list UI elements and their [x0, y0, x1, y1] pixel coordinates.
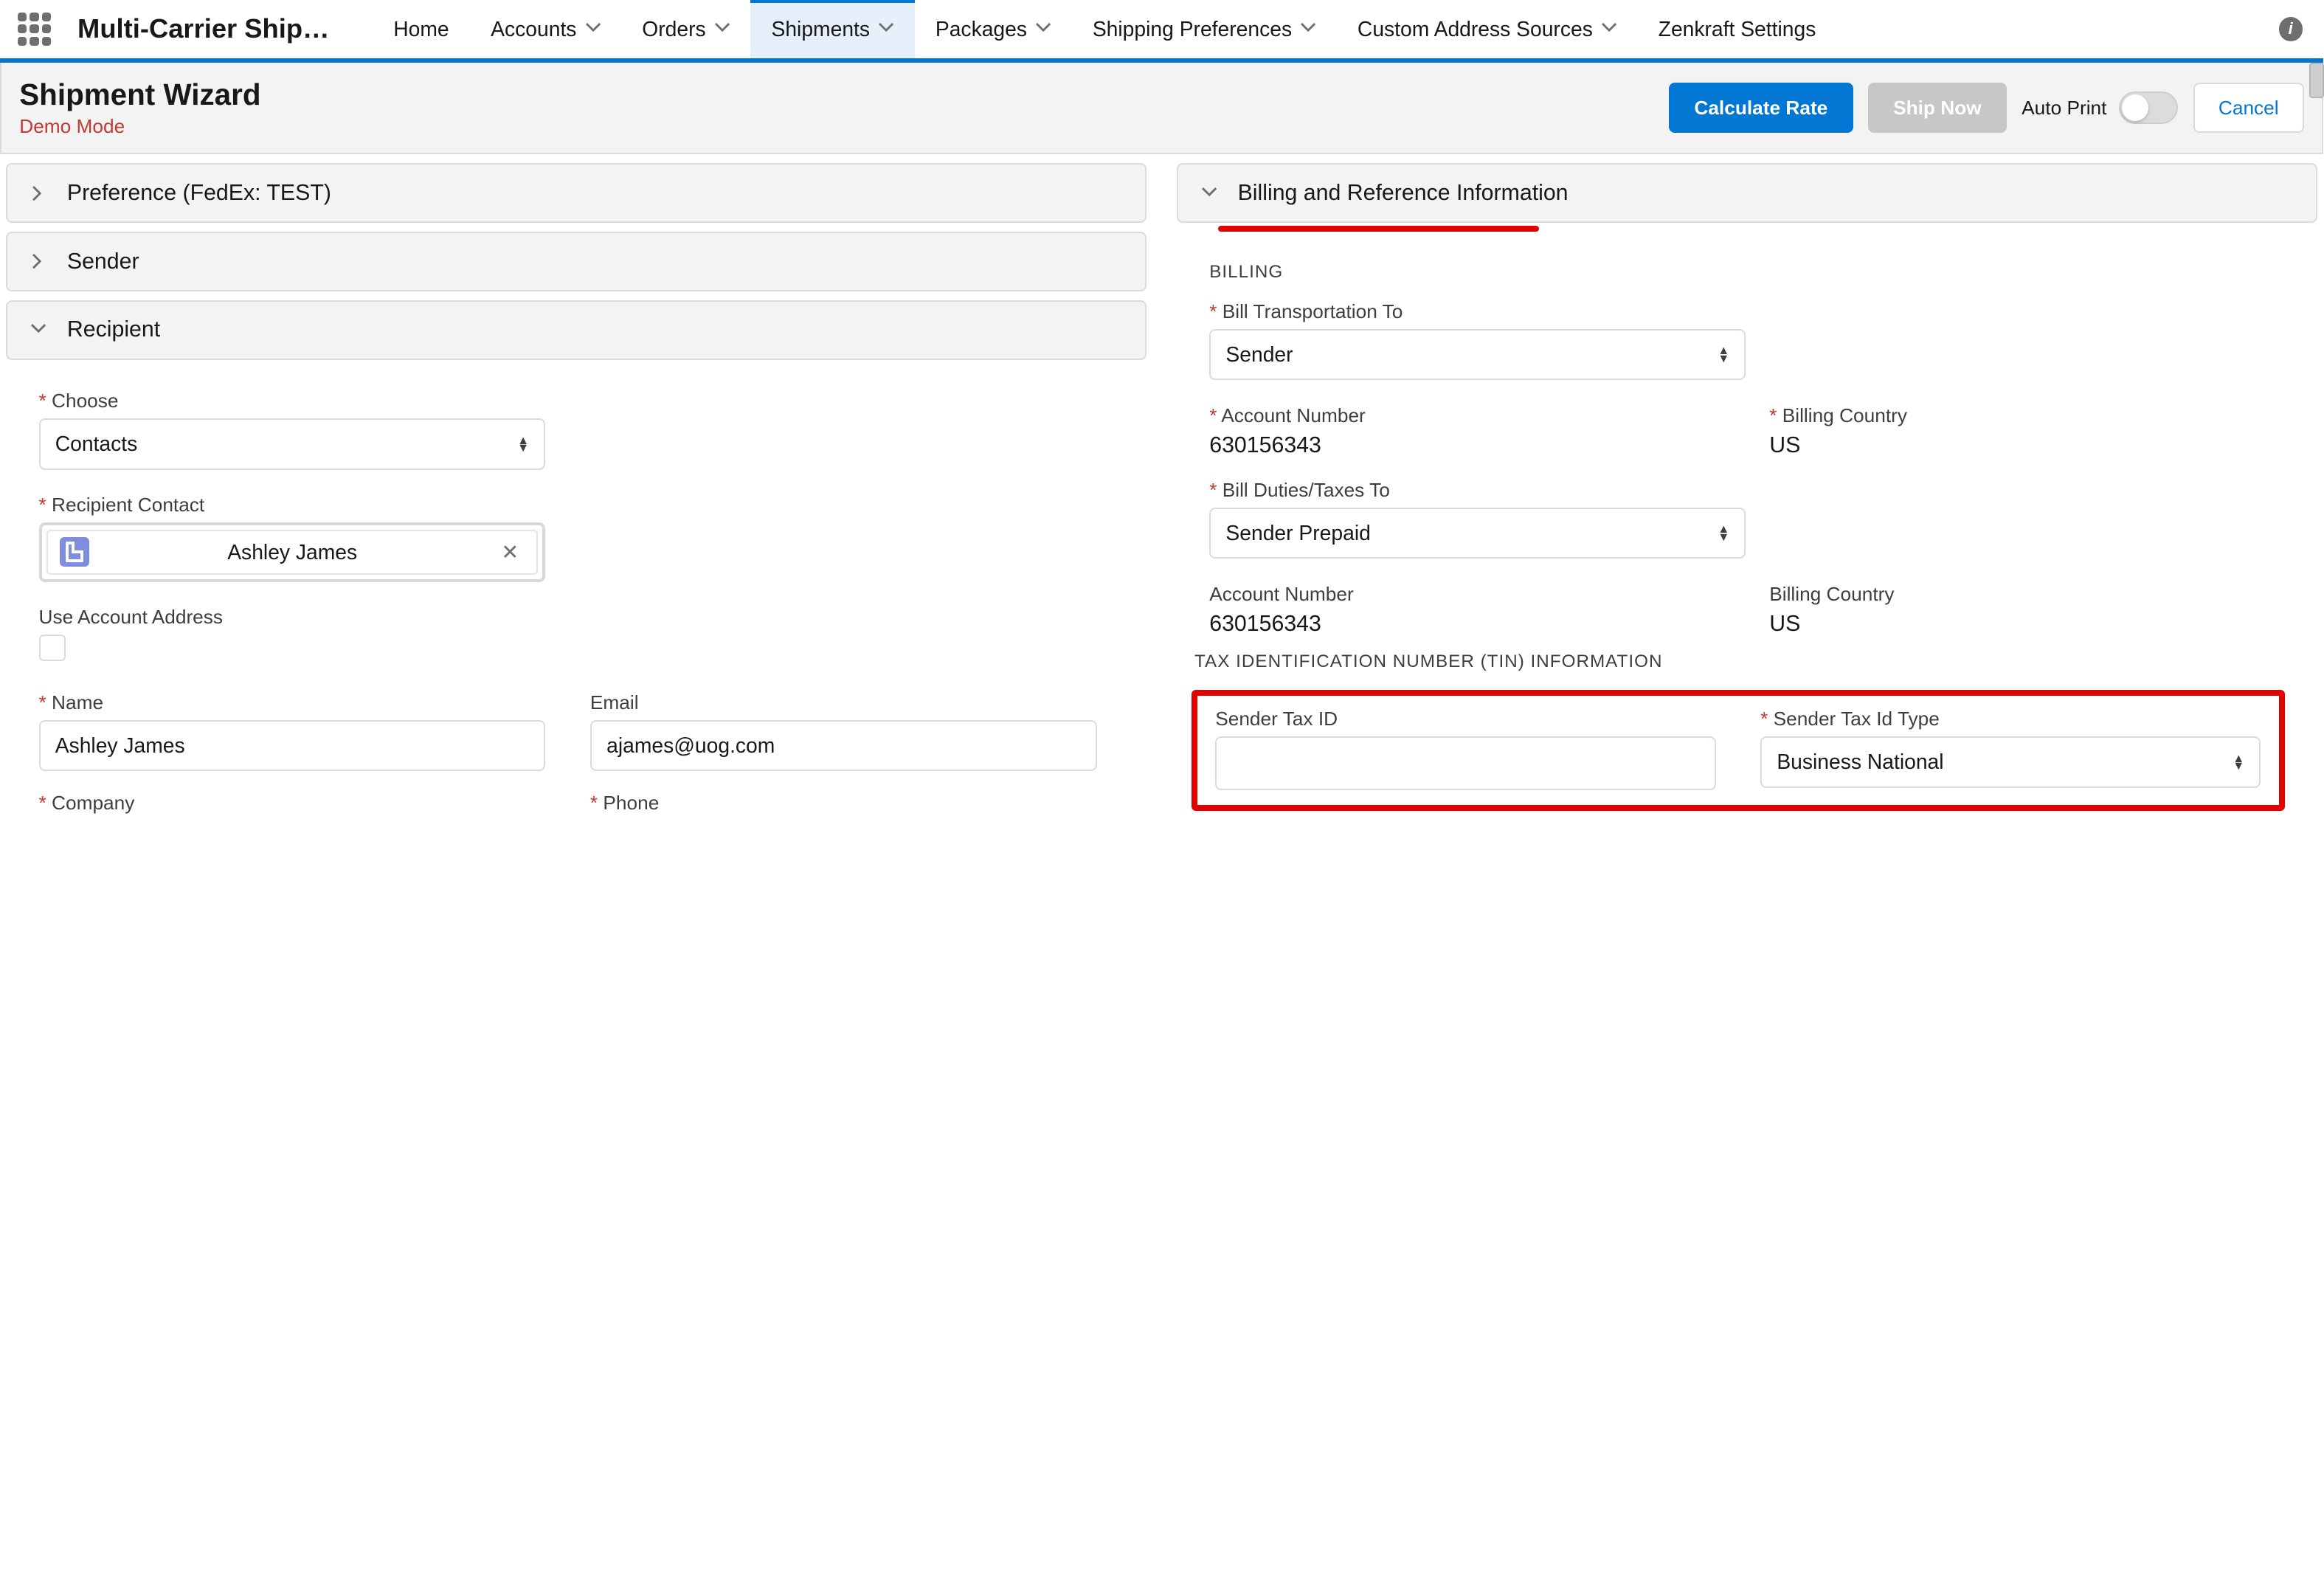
highlight-underline — [1218, 226, 1538, 232]
sender-tax-type-label: Sender Tax Id Type — [1760, 708, 2261, 730]
chevron-right-icon — [25, 248, 52, 274]
app-launcher-icon[interactable] — [18, 13, 50, 45]
phone-label: Phone — [590, 792, 1097, 815]
nav-accounts[interactable]: Accounts — [470, 0, 621, 58]
nav-shipping-prefs[interactable]: Shipping Preferences — [1072, 0, 1337, 58]
select-stepper-icon: ▲▼ — [1718, 525, 1729, 540]
billing-country2-label: Billing Country — [1769, 583, 2284, 606]
bill-transportation-value: Sender — [1225, 342, 1293, 367]
page-header: Shipment Wizard Demo Mode Calculate Rate… — [0, 63, 2323, 154]
app-title: Multi-Carrier Shippi… — [77, 13, 331, 44]
nav-zenkraft[interactable]: Zenkraft Settings — [1637, 0, 1836, 58]
nav-shipments-label: Shipments — [771, 17, 870, 41]
cancel-button[interactable]: Cancel — [2193, 83, 2304, 132]
sender-tax-type-value: Business National — [1777, 750, 1943, 774]
select-stepper-icon: ▲▼ — [517, 437, 529, 452]
info-icon[interactable]: i — [2279, 17, 2303, 41]
content: Preference (FedEx: TEST) Sender Recipien… — [0, 154, 2323, 829]
panel-billing-title: Billing and Reference Information — [1238, 181, 1569, 206]
auto-print-toggle[interactable] — [2119, 91, 2179, 124]
name-input[interactable]: Ashley James — [39, 720, 546, 771]
panel-sender[interactable]: Sender — [6, 232, 1147, 291]
right-column: Billing and Reference Information BILLIN… — [1177, 163, 2317, 820]
email-value: ajames@uog.com — [606, 733, 775, 757]
use-account-address-label: Use Account Address — [39, 606, 546, 629]
bill-duties-label: Bill Duties/Taxes To — [1209, 479, 1746, 502]
name-label: Name — [39, 691, 546, 714]
chevron-down-icon[interactable] — [1602, 17, 1616, 41]
contact-icon — [60, 537, 89, 567]
account-number-label: Account Number — [1209, 404, 1724, 427]
select-stepper-icon: ▲▼ — [2233, 755, 2244, 770]
nav-orders[interactable]: Orders — [621, 0, 750, 58]
topbar: Multi-Carrier Shippi… Home Accounts Orde… — [0, 0, 2323, 63]
sender-tax-type-select[interactable]: Business National ▲▼ — [1760, 736, 2261, 787]
email-label: Email — [590, 691, 1097, 714]
chevron-down-icon — [1196, 180, 1222, 207]
nav-zenkraft-label: Zenkraft Settings — [1659, 17, 1816, 41]
nav-custom-addr[interactable]: Custom Address Sources — [1337, 0, 1638, 58]
demo-mode-label: Demo Mode — [19, 115, 1669, 138]
auto-print-control: Auto Print — [2022, 91, 2178, 124]
recipient-body: Choose Contacts ▲▼ Recipient Contact Ash… — [6, 369, 1147, 821]
bill-duties-select[interactable]: Sender Prepaid ▲▼ — [1209, 508, 1746, 559]
account-number2-value: 630156343 — [1209, 612, 1724, 637]
tin-section-title: TAX IDENTIFICATION NUMBER (TIN) INFORMAT… — [1194, 652, 2285, 672]
panel-recipient[interactable]: Recipient — [6, 300, 1147, 360]
panel-sender-title: Sender — [67, 249, 139, 274]
nav-packages-label: Packages — [936, 17, 1027, 41]
choose-label: Choose — [39, 390, 546, 412]
billing-country-value: US — [1769, 433, 2284, 458]
panel-billing[interactable]: Billing and Reference Information — [1177, 163, 2317, 223]
calculate-rate-button[interactable]: Calculate Rate — [1669, 83, 1853, 132]
choose-select[interactable]: Contacts ▲▼ — [39, 418, 546, 469]
company-label: Company — [39, 792, 546, 815]
use-account-address-checkbox[interactable] — [39, 635, 66, 661]
clear-icon[interactable]: ✕ — [495, 540, 525, 564]
chevron-down-icon[interactable] — [1036, 17, 1051, 41]
scrollbar-thumb[interactable] — [2309, 63, 2324, 98]
ship-now-button: Ship Now — [1868, 83, 2007, 132]
choose-value: Contacts — [55, 432, 138, 456]
nav: Home Accounts Orders Shipments Packages … — [373, 0, 1837, 58]
nav-home-label: Home — [393, 17, 449, 41]
auto-print-label: Auto Print — [2022, 97, 2106, 120]
account-number-value: 630156343 — [1209, 433, 1724, 458]
chevron-down-icon[interactable] — [1301, 17, 1315, 41]
chevron-down-icon — [25, 317, 52, 343]
nav-custom-addr-label: Custom Address Sources — [1358, 17, 1593, 41]
name-value: Ashley James — [55, 733, 185, 757]
nav-shipping-prefs-label: Shipping Preferences — [1093, 17, 1292, 41]
nav-orders-label: Orders — [642, 17, 705, 41]
recipient-contact-lookup[interactable]: Ashley James ✕ — [39, 522, 546, 582]
page-title: Shipment Wizard — [19, 77, 1669, 112]
recipient-contact-value: Ashley James — [104, 540, 480, 564]
chevron-right-icon — [25, 180, 52, 207]
panel-preference[interactable]: Preference (FedEx: TEST) — [6, 163, 1147, 223]
panel-preference-title: Preference (FedEx: TEST) — [67, 181, 331, 206]
email-input[interactable]: ajames@uog.com — [590, 720, 1097, 771]
panel-recipient-title: Recipient — [67, 317, 160, 342]
bill-duties-value: Sender Prepaid — [1225, 521, 1370, 545]
billing-country2-value: US — [1769, 612, 2284, 637]
billing-country-label: Billing Country — [1769, 404, 2284, 427]
tin-highlight-box: Sender Tax ID Sender Tax Id Type Busines… — [1192, 690, 2285, 811]
left-column: Preference (FedEx: TEST) Sender Recipien… — [6, 163, 1147, 820]
nav-packages[interactable]: Packages — [915, 0, 1072, 58]
chevron-down-icon[interactable] — [715, 17, 730, 41]
chevron-down-icon[interactable] — [586, 17, 601, 41]
billing-section-title: BILLING — [1209, 262, 2284, 283]
sender-tax-id-input[interactable] — [1215, 736, 1715, 790]
account-number2-label: Account Number — [1209, 583, 1724, 606]
recipient-contact-label: Recipient Contact — [39, 494, 546, 516]
bill-transportation-label: Bill Transportation To — [1209, 300, 1746, 323]
select-stepper-icon: ▲▼ — [1718, 347, 1729, 362]
chevron-down-icon[interactable] — [879, 17, 893, 41]
bill-transportation-select[interactable]: Sender ▲▼ — [1209, 329, 1746, 380]
nav-accounts-label: Accounts — [491, 17, 576, 41]
nav-shipments[interactable]: Shipments — [750, 0, 914, 58]
nav-home[interactable]: Home — [373, 0, 470, 58]
sender-tax-id-label: Sender Tax ID — [1215, 708, 1715, 730]
billing-body: BILLING Bill Transportation To Sender ▲▼… — [1177, 232, 2317, 811]
